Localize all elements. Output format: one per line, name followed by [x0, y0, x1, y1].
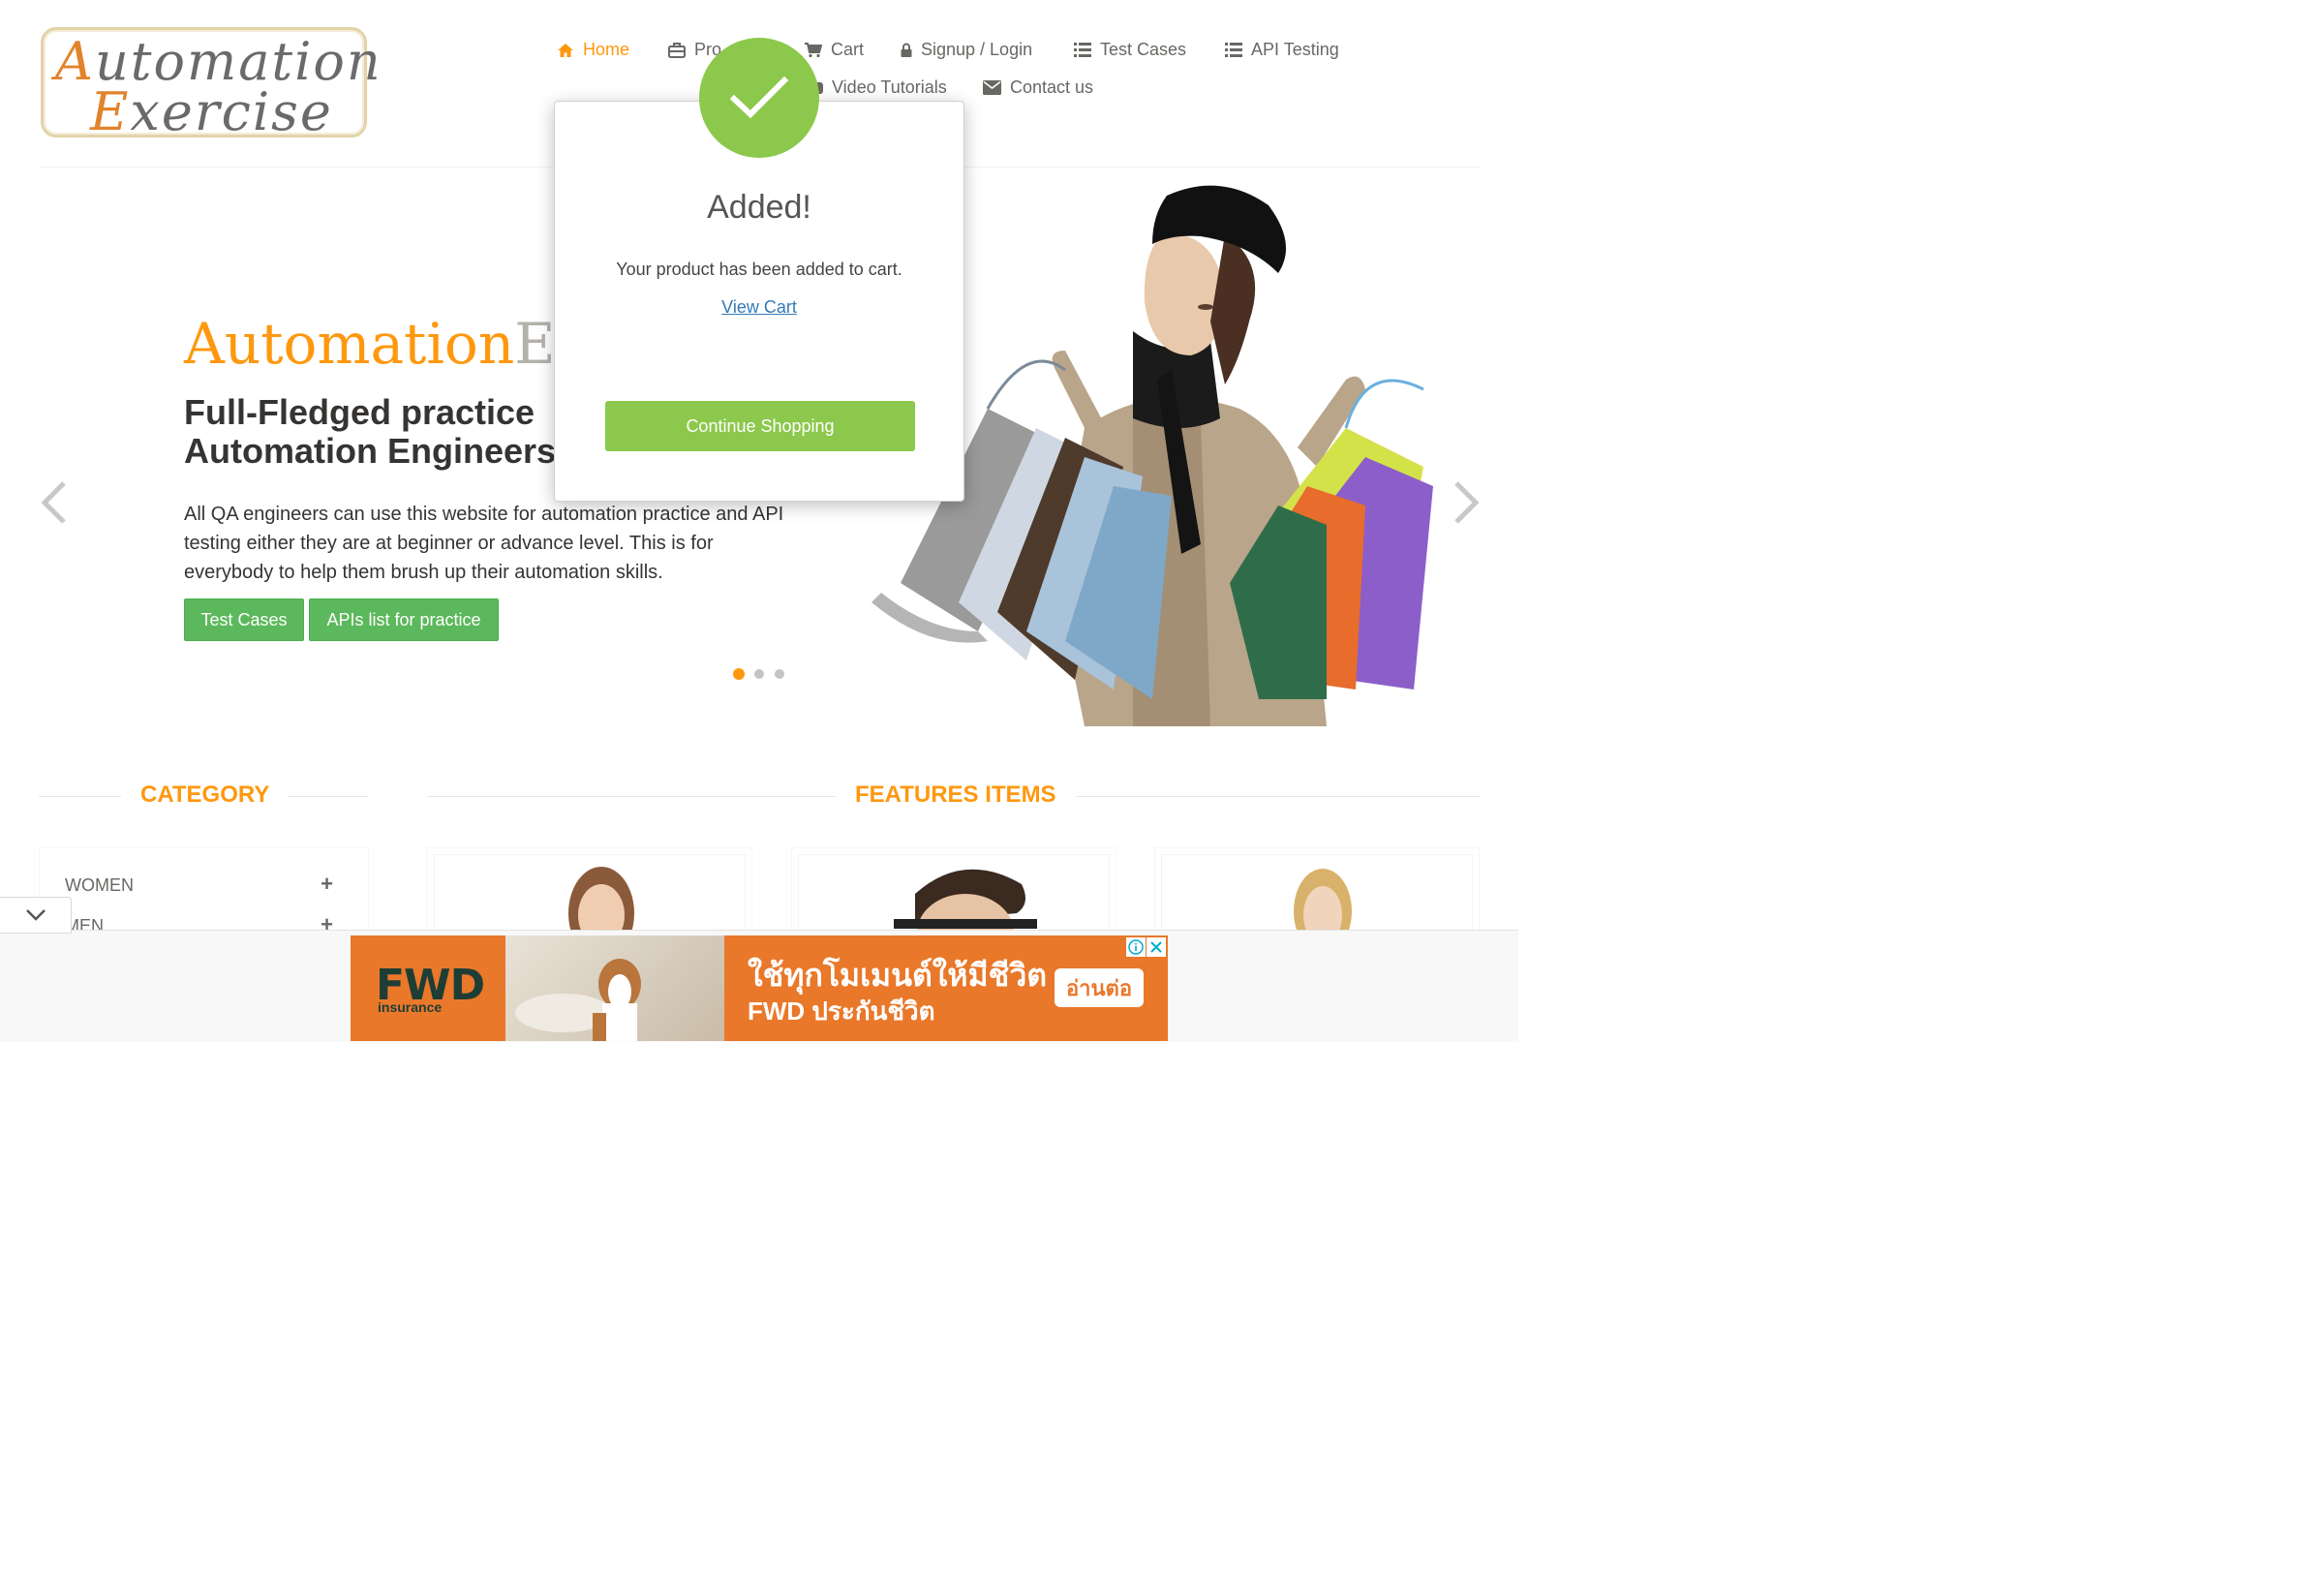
chevron-down-icon [25, 909, 46, 921]
ad-dog-photo [505, 935, 724, 1041]
carousel-dot-2[interactable] [754, 669, 764, 679]
carousel-dot-3[interactable] [775, 669, 784, 679]
nav-video-label: Video Tutorials [832, 77, 947, 97]
apis-list-button[interactable]: APIs list for practice [309, 598, 499, 641]
test-cases-button[interactable]: Test Cases [184, 598, 304, 641]
ad-collapse-button[interactable] [0, 897, 72, 934]
nav-signup-login[interactable]: Signup / Login [901, 40, 1032, 60]
nav-home-label: Home [583, 40, 630, 59]
ad-banner[interactable]: FWD insurance ใช้ทุกโมเมนต์ให้มีชีวิต FW… [351, 935, 1168, 1041]
modal-title: Added! [707, 189, 811, 226]
nav-cart-label: Cart [831, 40, 865, 59]
ad-logo: FWD insurance [351, 935, 505, 1041]
ad-close-icon[interactable] [1147, 937, 1166, 957]
nav-api-testing-label: API Testing [1251, 40, 1339, 59]
envelope-icon [983, 80, 1001, 95]
modal-body-text: Your product has been added to cart. [616, 260, 902, 279]
site-logo[interactable]: Automation Exercise [41, 27, 381, 142]
nav-test-cases-label: Test Cases [1100, 40, 1187, 59]
hero-paragraph: All QA engineers can use this website fo… [184, 504, 784, 583]
continue-shopping-button[interactable]: Continue Shopping [605, 401, 915, 451]
category-heading: CATEGORY [121, 782, 290, 809]
briefcase-icon [668, 42, 686, 58]
ad-subline: FWD ประกันชีวิต [748, 996, 935, 1026]
ad-read-more-button[interactable]: อ่านต่อ [1055, 968, 1144, 1007]
nav-api-testing[interactable]: API Testing [1225, 40, 1339, 60]
nav-cart[interactable]: Cart [805, 40, 864, 60]
list-icon [1225, 43, 1242, 57]
ad-brand-sub: insurance [378, 999, 443, 1015]
added-to-cart-modal: Added! Your product has been added to ca… [554, 101, 964, 502]
ad-info-icon[interactable] [1126, 937, 1146, 957]
view-cart-link[interactable]: View Cart [555, 297, 963, 318]
logo-line1: Automation [55, 31, 382, 92]
carousel-prev-icon[interactable] [39, 480, 68, 525]
carousel-dot-1[interactable] [733, 668, 745, 680]
list-icon [1074, 43, 1091, 57]
lock-icon [901, 43, 912, 57]
carousel-next-icon[interactable] [1452, 480, 1482, 525]
nav-contact[interactable]: Contact us [983, 77, 1093, 98]
nav-signup-label: Signup / Login [921, 40, 1033, 59]
cart-icon [805, 42, 822, 57]
home-icon [558, 43, 573, 57]
logo-line2: Exercise [90, 81, 333, 142]
nav-video-tutorials[interactable]: Video Tutorials [806, 77, 947, 98]
category-women[interactable]: WOMEN [65, 875, 134, 896]
success-check-icon [699, 38, 819, 158]
nav-home[interactable]: Home [557, 40, 629, 60]
features-heading: FEATURES ITEMS [836, 782, 1076, 809]
nav-test-cases[interactable]: Test Cases [1074, 40, 1186, 60]
nav-contact-label: Contact us [1010, 77, 1094, 97]
plus-icon[interactable]: + [321, 872, 333, 897]
